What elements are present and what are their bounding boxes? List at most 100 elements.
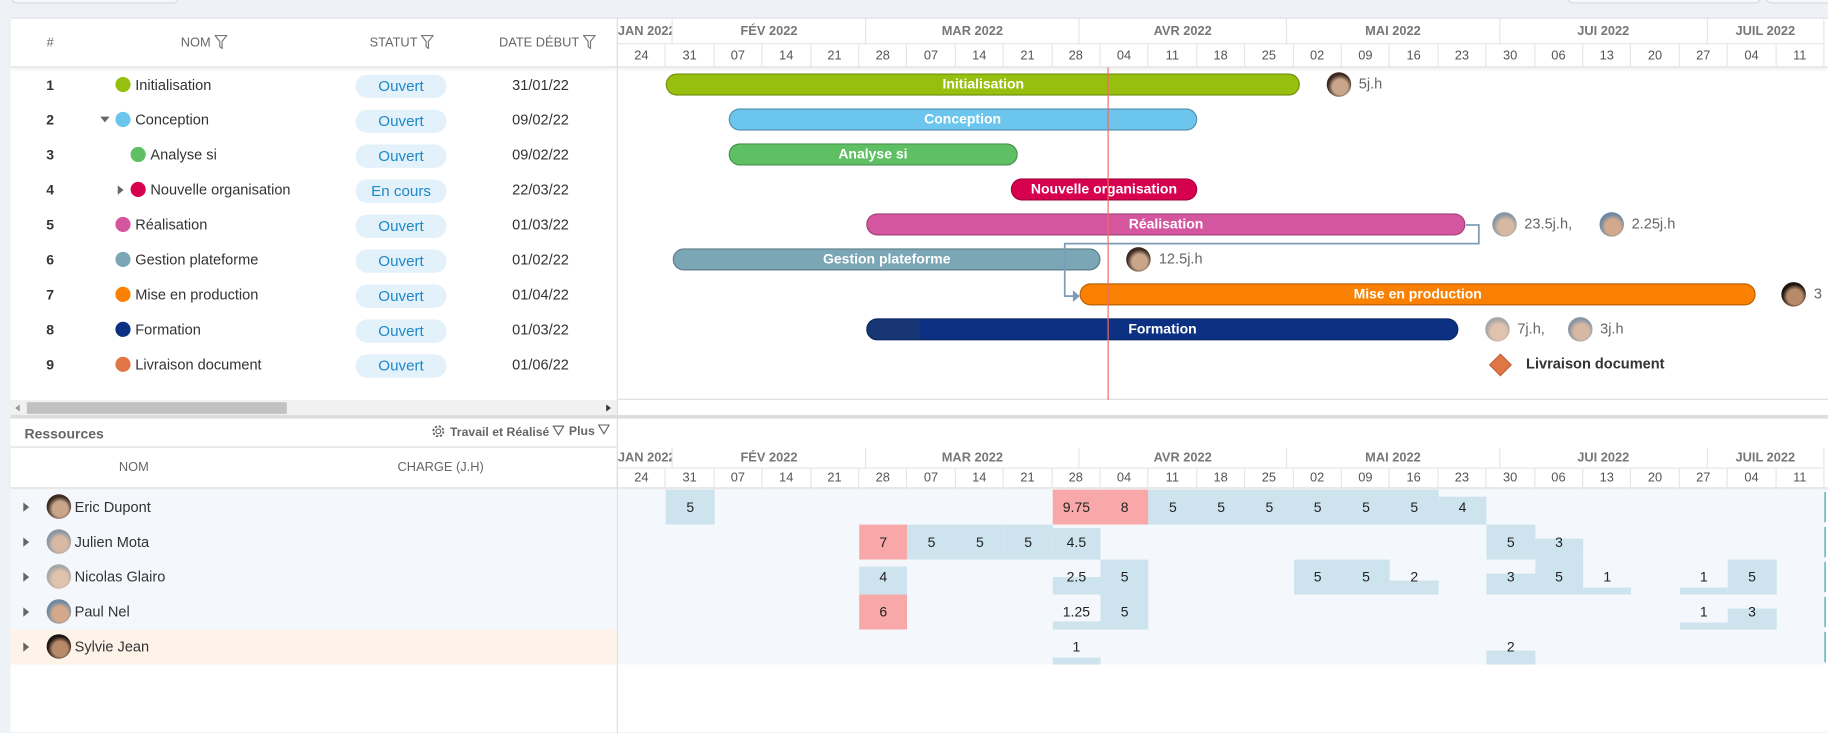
expand-icon[interactable]	[23, 502, 30, 512]
load-value: 5	[1362, 498, 1370, 516]
task-name[interactable]: Gestion plateforme	[135, 252, 258, 268]
filter-icon[interactable]	[582, 34, 596, 49]
task-row[interactable]: 8 Formation Ouvert 01/03/22	[10, 312, 616, 347]
resource-name: Eric Dupont	[74, 498, 151, 516]
month-header: MAR 2022	[866, 447, 1080, 469]
task-row[interactable]: 2 Conception Ouvert 09/02/22	[10, 103, 616, 138]
avatar	[46, 599, 72, 624]
more-button[interactable]: Plus	[569, 424, 611, 438]
task-color-dot	[115, 286, 131, 302]
task-name[interactable]: Conception	[135, 112, 209, 128]
load-timeline-header: JAN 2022 FÉV 2022 MAR 2022 AVR 2022 MAI 2022…	[617, 447, 1828, 489]
load-value: 5	[1265, 498, 1274, 516]
load-cell[interactable]	[1052, 620, 1101, 630]
task-name[interactable]: Nouvelle organisation	[150, 182, 290, 198]
week-header: 16	[1390, 468, 1439, 489]
timeline-header: JAN 2022 FÉV 2022 MAR 2022 AVR 2022 MAI 2022…	[617, 18, 1828, 68]
start-date: 01/04/22	[512, 286, 569, 304]
task-row[interactable]: 9 Livraison document Ouvert 01/06/22	[10, 347, 616, 382]
task-name[interactable]: Initialisation	[135, 77, 211, 93]
task-color-dot	[115, 356, 131, 372]
col-res-name[interactable]: NOM	[119, 460, 149, 474]
expand-icon[interactable]	[23, 537, 30, 547]
load-value: 1.25	[1062, 603, 1091, 621]
expand-icon[interactable]	[117, 185, 124, 195]
col-res-charge[interactable]: CHARGE (J.H)	[398, 460, 484, 474]
month-header: MAR 2022	[866, 18, 1080, 45]
load-cell[interactable]	[1583, 587, 1632, 595]
filter-icon[interactable]	[214, 34, 227, 49]
task-name[interactable]: Livraison document	[135, 357, 261, 373]
load-value: 5	[1024, 533, 1033, 551]
resource-row[interactable]: Sylvie Jean	[10, 629, 617, 665]
filter-icon[interactable]	[421, 34, 434, 49]
status-badge: Ouvert	[355, 319, 447, 343]
task-row[interactable]: 6 Gestion plateforme Ouvert 01/02/22	[10, 242, 616, 277]
resources-title: Ressources	[24, 425, 104, 442]
collapse-icon[interactable]	[100, 116, 110, 123]
toolbar-button[interactable]	[1568, 0, 1761, 4]
week-header: 07	[714, 44, 763, 68]
toolbar-button[interactable]	[1766, 0, 1828, 4]
week-header: 04	[1728, 44, 1777, 68]
today-line	[1107, 67, 1109, 400]
load-value: 5	[1169, 498, 1177, 516]
resource-row[interactable]: Eric Dupont	[10, 489, 617, 525]
row-end-marker	[1824, 526, 1826, 558]
status-badge: Ouvert	[355, 284, 447, 308]
week-header: 02	[1294, 44, 1342, 68]
load-cell[interactable]	[1679, 587, 1728, 595]
scroll-right-icon[interactable]	[606, 404, 611, 412]
load-value: 5	[1555, 568, 1563, 586]
col-status-header[interactable]: STATUT	[370, 34, 434, 50]
toolbar-button[interactable]	[11, 0, 179, 4]
week-header: 13	[1583, 468, 1632, 489]
load-row: 12	[617, 629, 1826, 665]
task-name[interactable]: Formation	[135, 322, 201, 338]
load-cell[interactable]	[1052, 657, 1101, 665]
resource-row[interactable]: Paul Nel	[10, 594, 617, 630]
resource-row[interactable]: Nicolas Glairo	[10, 559, 617, 595]
start-date: 31/01/22	[512, 76, 569, 94]
task-row[interactable]: 4 Nouvelle organisation En cours 22/03/22	[10, 173, 616, 208]
row-end-marker	[1824, 631, 1826, 663]
col-name-header[interactable]: NOM	[181, 34, 227, 50]
scrollbar-thumb[interactable]	[26, 402, 287, 414]
week-header: 13	[1583, 44, 1632, 68]
task-name[interactable]: Mise en production	[135, 287, 258, 303]
view-selector[interactable]: Travail et Réalisé	[431, 424, 565, 440]
expand-icon[interactable]	[23, 642, 30, 652]
dependency-link[interactable]	[618, 68, 1828, 400]
week-header: 27	[1680, 44, 1728, 68]
task-row[interactable]: 7 Mise en production Ouvert 01/04/22	[10, 277, 616, 312]
task-row[interactable]: 3 Analyse si Ouvert 09/02/22	[10, 138, 616, 173]
app-stage: # NOM STATUT DATE DÉBUT 1 Initialisation O…	[0, 0, 1828, 733]
expand-icon[interactable]	[23, 607, 30, 617]
resource-row[interactable]: Julien Mota	[10, 524, 617, 560]
week-header: 14	[956, 468, 1004, 489]
task-name[interactable]: Réalisation	[135, 217, 207, 233]
start-date: 09/02/22	[512, 111, 569, 129]
chevron-down-icon	[597, 424, 611, 435]
task-row[interactable]: 1 Initialisation Ouvert 31/01/22	[10, 68, 616, 103]
task-row[interactable]: 5 Réalisation Ouvert 01/03/22	[10, 208, 616, 243]
status-badge: Ouvert	[355, 354, 447, 378]
expand-icon[interactable]	[23, 572, 30, 582]
task-name[interactable]: Analyse si	[150, 147, 216, 163]
task-color-dot	[115, 321, 131, 337]
load-grid: 5 9.75 8 5 5 5 5 5 5 4 7 5 5 5 4.5 5 3 4 2.5 5 5 5 2 3 5 1 1 5 6 1.25…	[617, 489, 1828, 665]
load-cell[interactable]	[1679, 622, 1728, 630]
row-end-marker	[1824, 491, 1826, 523]
gantt-body: Initialisation 5j.h Conception Analyse si No…	[617, 67, 1828, 400]
week-header: 27	[1680, 468, 1728, 489]
horizontal-scrollbar[interactable]	[10, 399, 617, 416]
month-header: JUIL 2022	[1707, 18, 1825, 45]
week-header: 24	[618, 44, 667, 68]
row-number: 6	[46, 251, 55, 269]
load-value: 5	[1748, 568, 1756, 586]
week-header: 21	[1004, 468, 1053, 489]
scroll-left-icon[interactable]	[15, 404, 20, 412]
week-header: 06	[1535, 468, 1584, 489]
col-start-header[interactable]: DATE DÉBUT	[499, 34, 596, 50]
week-header: 23	[1438, 44, 1487, 68]
